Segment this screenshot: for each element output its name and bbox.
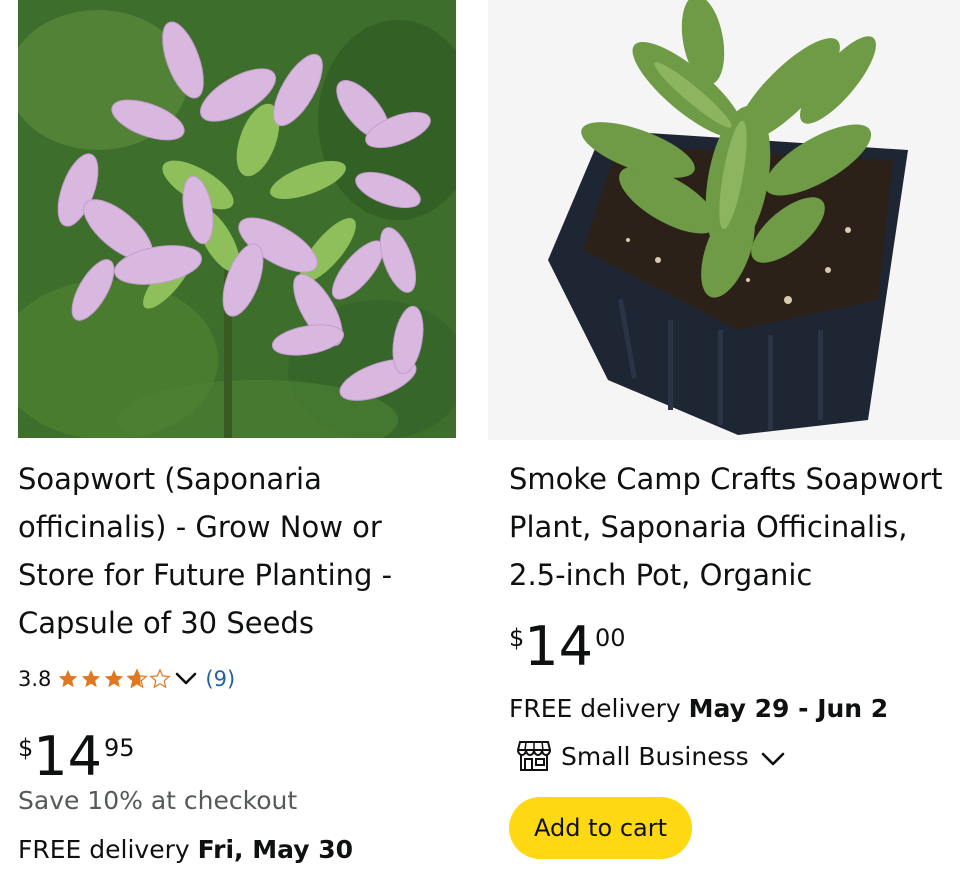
price: $ 14 95	[18, 722, 135, 792]
price-fraction: 00	[595, 624, 626, 652]
potted-plant-photo	[488, 0, 960, 440]
price-fraction: 95	[104, 734, 135, 762]
star-icon	[82, 669, 101, 688]
small-business-label: Small Business	[561, 741, 749, 771]
product-image-flowers[interactable]	[18, 0, 456, 438]
star-icon	[59, 669, 78, 688]
price-symbol: $	[18, 734, 34, 762]
star-empty-icon	[149, 668, 172, 689]
store-icon	[517, 740, 551, 772]
chevron-down-icon	[176, 672, 197, 685]
star-rating[interactable]	[57, 668, 172, 690]
review-count-link[interactable]: (9)	[205, 667, 235, 691]
product-card-soapwort-seeds[interactable]: Soapwort (Saponaria officinalis) - Grow …	[18, 0, 460, 878]
add-to-cart-button[interactable]: Add to cart	[509, 797, 692, 859]
small-business-badge[interactable]: Small Business	[517, 740, 785, 772]
price: $ 14 00	[509, 612, 626, 682]
delivery-label: FREE delivery	[509, 694, 689, 723]
product-title[interactable]: Smoke Camp Crafts Soapwort Plant, Sapona…	[509, 455, 959, 599]
product-card-soapwort-plant[interactable]: Smoke Camp Crafts Soapwort Plant, Sapona…	[488, 0, 960, 878]
save-offer: Save 10% at checkout	[18, 786, 298, 815]
rating-dropdown[interactable]	[175, 672, 197, 686]
product-image-potted-plant[interactable]	[488, 0, 960, 440]
delivery-info: FREE delivery May 29 - Jun 2	[509, 694, 888, 723]
chevron-down-icon	[761, 752, 785, 766]
delivery-info: FREE delivery Fri, May 30	[18, 835, 353, 864]
soapwort-flower-photo	[18, 0, 456, 438]
product-title[interactable]: Soapwort (Saponaria officinalis) - Grow …	[18, 455, 448, 647]
rating-value: 3.8	[18, 667, 52, 691]
delivery-date: Fri, May 30	[197, 835, 353, 864]
price-whole: 14	[524, 615, 593, 678]
delivery-label: FREE delivery	[18, 835, 198, 864]
delivery-date: May 29 - Jun 2	[688, 694, 889, 723]
star-half-icon	[126, 668, 149, 689]
star-icon	[105, 669, 124, 688]
price-symbol: $	[509, 624, 525, 652]
rating-row[interactable]: 3.8 (9)	[18, 664, 235, 694]
price-whole: 14	[33, 725, 102, 788]
